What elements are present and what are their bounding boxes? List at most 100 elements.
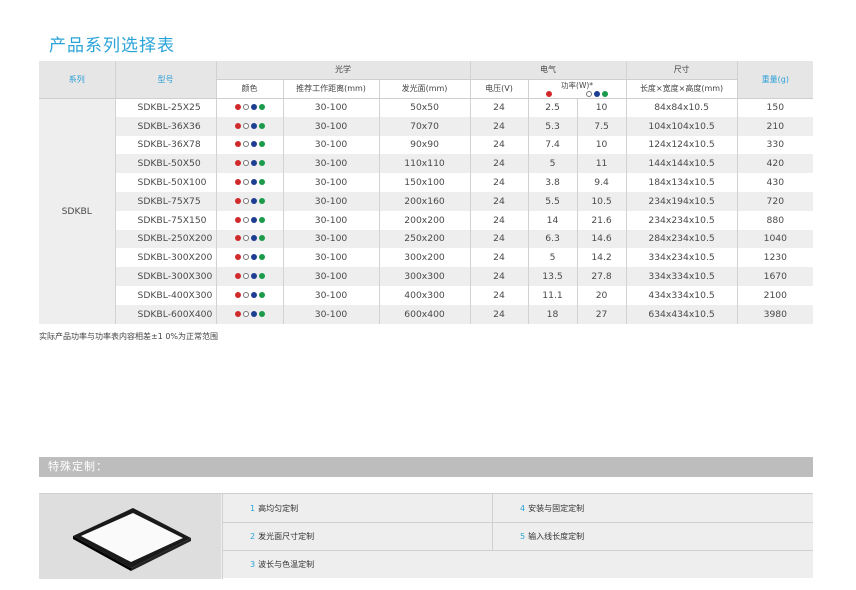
model-cell: SDKBL-250X200 <box>114 229 216 249</box>
power-red-cell: 6.3 <box>527 229 578 249</box>
model-cell: SDKBL-75X75 <box>114 191 216 211</box>
red-led-icon <box>234 179 241 186</box>
power-red-cell: 18 <box>527 304 578 324</box>
dims-cell: 434x334x10.5 <box>625 285 738 305</box>
header-weight: 重量(g) <box>736 61 814 99</box>
distance-cell: 30-100 <box>282 210 379 230</box>
custom-option-number: 3 <box>250 560 256 569</box>
dims-cell: 104x104x10.5 <box>625 116 738 136</box>
emit-cell: 600x400 <box>378 304 471 324</box>
power-tolerance-note: 实际产品功率与功率表内容相差±1 0%为正常范围 <box>39 332 219 341</box>
weight-cell: 1040 <box>736 229 814 249</box>
emit-cell: 300x300 <box>378 267 471 286</box>
custom-section: 1 高均匀定制 2 发光面尺寸定制 3 波长与色温定制 4 安装与固定定制 5 输入线长度定制 <box>39 493 813 579</box>
red-led-icon <box>234 197 241 204</box>
dims-cell: 144x144x10.5 <box>625 154 738 174</box>
emit-cell: 50x50 <box>378 98 471 117</box>
weight-cell: 1670 <box>736 267 814 286</box>
weight-cell: 430 <box>736 173 814 192</box>
custom-option-item: 1 高均匀定制 <box>222 496 298 522</box>
header-model: 型号 <box>114 61 216 99</box>
distance-cell: 30-100 <box>282 173 379 192</box>
custom-option-label: 波长与色温定制 <box>258 560 315 569</box>
voltage-cell: 24 <box>469 98 529 117</box>
blue-led-icon <box>250 122 257 129</box>
blue-led-icon <box>250 160 257 167</box>
white-led-icon <box>242 273 249 280</box>
green-led-icon <box>258 254 265 261</box>
distance-cell: 30-100 <box>282 267 379 286</box>
white-led-icon <box>242 254 249 261</box>
white-led-icon <box>242 310 249 317</box>
weight-cell: 2100 <box>736 285 814 305</box>
distance-cell: 30-100 <box>282 304 379 324</box>
dims-cell: 334x334x10.5 <box>625 267 738 286</box>
color-cell <box>215 229 283 249</box>
red-led-icon <box>234 235 241 242</box>
weight-cell: 210 <box>736 116 814 136</box>
voltage-cell: 24 <box>469 116 529 136</box>
power-red-cell: 13.5 <box>527 267 578 286</box>
product-series-table: 系列 型号 光学 电气 尺寸 重量(g) 颜色 推荐工作距离(mm) 发光面(m… <box>39 61 814 324</box>
voltage-cell: 24 <box>469 304 529 324</box>
red-led-icon <box>234 273 241 280</box>
white-led-icon <box>242 160 249 167</box>
emit-cell: 150x100 <box>378 173 471 192</box>
power-red-cell: 11.1 <box>527 285 578 305</box>
distance-cell: 30-100 <box>282 248 379 268</box>
power-other-cell: 21.6 <box>576 210 627 230</box>
power-other-cell: 7.5 <box>576 116 627 136</box>
header-optics: 光学 <box>215 61 471 80</box>
weight-cell: 3980 <box>736 304 814 324</box>
table-row: SDKBL-75X75 30-100 200x160 24 5.5 10.5 234x194… <box>39 191 814 211</box>
product-image <box>39 494 221 579</box>
voltage-cell: 24 <box>469 135 529 155</box>
weight-cell: 330 <box>736 135 814 155</box>
distance-cell: 30-100 <box>282 98 379 117</box>
color-cell <box>215 98 283 117</box>
header-power: 功率(W)* <box>527 79 627 99</box>
table-row: SDKBL-250X200 30-100 250x200 24 6.3 14.6 284x2… <box>39 229 814 249</box>
power-red-cell: 5.5 <box>527 191 578 211</box>
power-other-cell: 9.4 <box>576 173 627 192</box>
emit-cell: 250x200 <box>378 229 471 249</box>
white-led-icon <box>242 179 249 186</box>
white-led-icon <box>242 291 249 298</box>
green-led-icon <box>258 310 265 317</box>
voltage-cell: 24 <box>469 285 529 305</box>
red-led-icon <box>234 216 241 223</box>
dims-cell: 84x84x10.5 <box>625 98 738 117</box>
emit-cell: 200x200 <box>378 210 471 230</box>
red-led-icon <box>234 291 241 298</box>
model-cell: SDKBL-25X25 <box>114 98 216 117</box>
red-led-icon <box>234 122 241 129</box>
green-led-icon <box>258 179 265 186</box>
blue-led-icon <box>250 141 257 148</box>
power-other-cell: 10 <box>576 98 627 117</box>
custom-section-heading: 特殊定制： <box>39 457 813 477</box>
custom-option-number: 4 <box>520 504 526 513</box>
blue-led-icon <box>250 197 257 204</box>
emit-cell: 400x300 <box>378 285 471 305</box>
custom-option-label: 发光面尺寸定制 <box>258 532 315 541</box>
table-row: SDKBL-600X400 30-100 600x400 24 18 27 634x434x… <box>39 304 814 324</box>
green-led-icon <box>258 216 265 223</box>
color-cell <box>215 267 283 286</box>
green-led-icon <box>258 273 265 280</box>
color-cell <box>215 191 283 211</box>
weight-cell: 720 <box>736 191 814 211</box>
power-other-cell: 20 <box>576 285 627 305</box>
model-cell: SDKBL-36X36 <box>114 116 216 136</box>
color-cell <box>215 154 283 174</box>
emit-cell: 70x70 <box>378 116 471 136</box>
color-cell <box>215 210 283 230</box>
weight-cell: 1230 <box>736 248 814 268</box>
blue-led-icon <box>250 310 257 317</box>
power-red-cell: 5.3 <box>527 116 578 136</box>
color-cell <box>215 116 283 136</box>
power-red-cell: 7.4 <box>527 135 578 155</box>
header-electric: 电气 <box>469 61 627 80</box>
voltage-cell: 24 <box>469 191 529 211</box>
color-cell <box>215 304 283 324</box>
dims-cell: 234x194x10.5 <box>625 191 738 211</box>
